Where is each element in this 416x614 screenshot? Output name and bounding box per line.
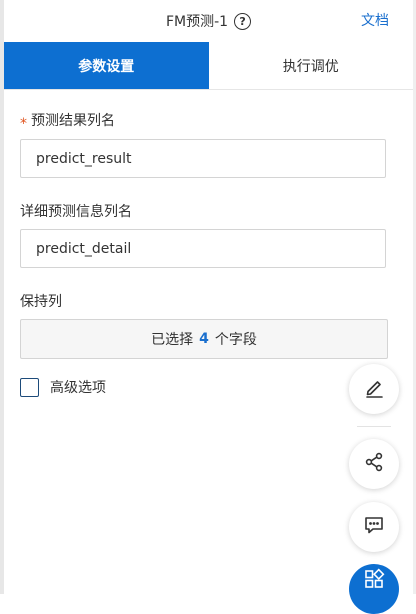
- edit-icon: [362, 375, 386, 403]
- result-column-label-text: 预测结果列名: [31, 113, 115, 129]
- edit-fab[interactable]: [349, 364, 399, 414]
- apps-fab[interactable]: [349, 564, 399, 614]
- keep-columns-label: 保持列: [20, 294, 62, 310]
- panel-title: FM预测-1: [165, 14, 229, 30]
- keep-columns-select-button[interactable]: 已选择 4 个字段: [20, 319, 388, 359]
- keep-columns-count: 4: [199, 331, 209, 347]
- advanced-options[interactable]: 高级选项: [20, 377, 106, 397]
- doc-link[interactable]: 文档: [361, 0, 389, 42]
- advanced-options-checkbox[interactable]: [20, 377, 39, 397]
- keep-columns-suffix: 个字段: [214, 332, 257, 348]
- required-mark: *: [20, 116, 27, 132]
- keep-columns-prefix: 已选择: [151, 332, 194, 348]
- panel-header: FM预测-1 ? 文档: [4, 0, 413, 43]
- share-fab[interactable]: [349, 439, 399, 489]
- result-column-input[interactable]: [20, 139, 386, 178]
- share-icon: [362, 450, 386, 478]
- advanced-options-label: 高级选项: [50, 380, 106, 396]
- tab-parameters[interactable]: 参数设置: [4, 42, 209, 89]
- panel-title-wrap: FM预测-1 ?: [4, 0, 413, 42]
- result-column-label: * 预测结果列名: [20, 110, 115, 132]
- comment-fab[interactable]: [349, 502, 399, 552]
- detail-column-input[interactable]: [20, 229, 386, 268]
- comment-icon: [362, 513, 386, 541]
- apps-icon: [362, 567, 386, 595]
- help-icon[interactable]: ?: [234, 12, 252, 30]
- fab-divider: [357, 426, 391, 427]
- tab-bar: 参数设置 执行调优: [4, 42, 413, 90]
- tab-tuning[interactable]: 执行调优: [208, 42, 413, 89]
- detail-column-label: 详细预测信息列名: [20, 204, 132, 220]
